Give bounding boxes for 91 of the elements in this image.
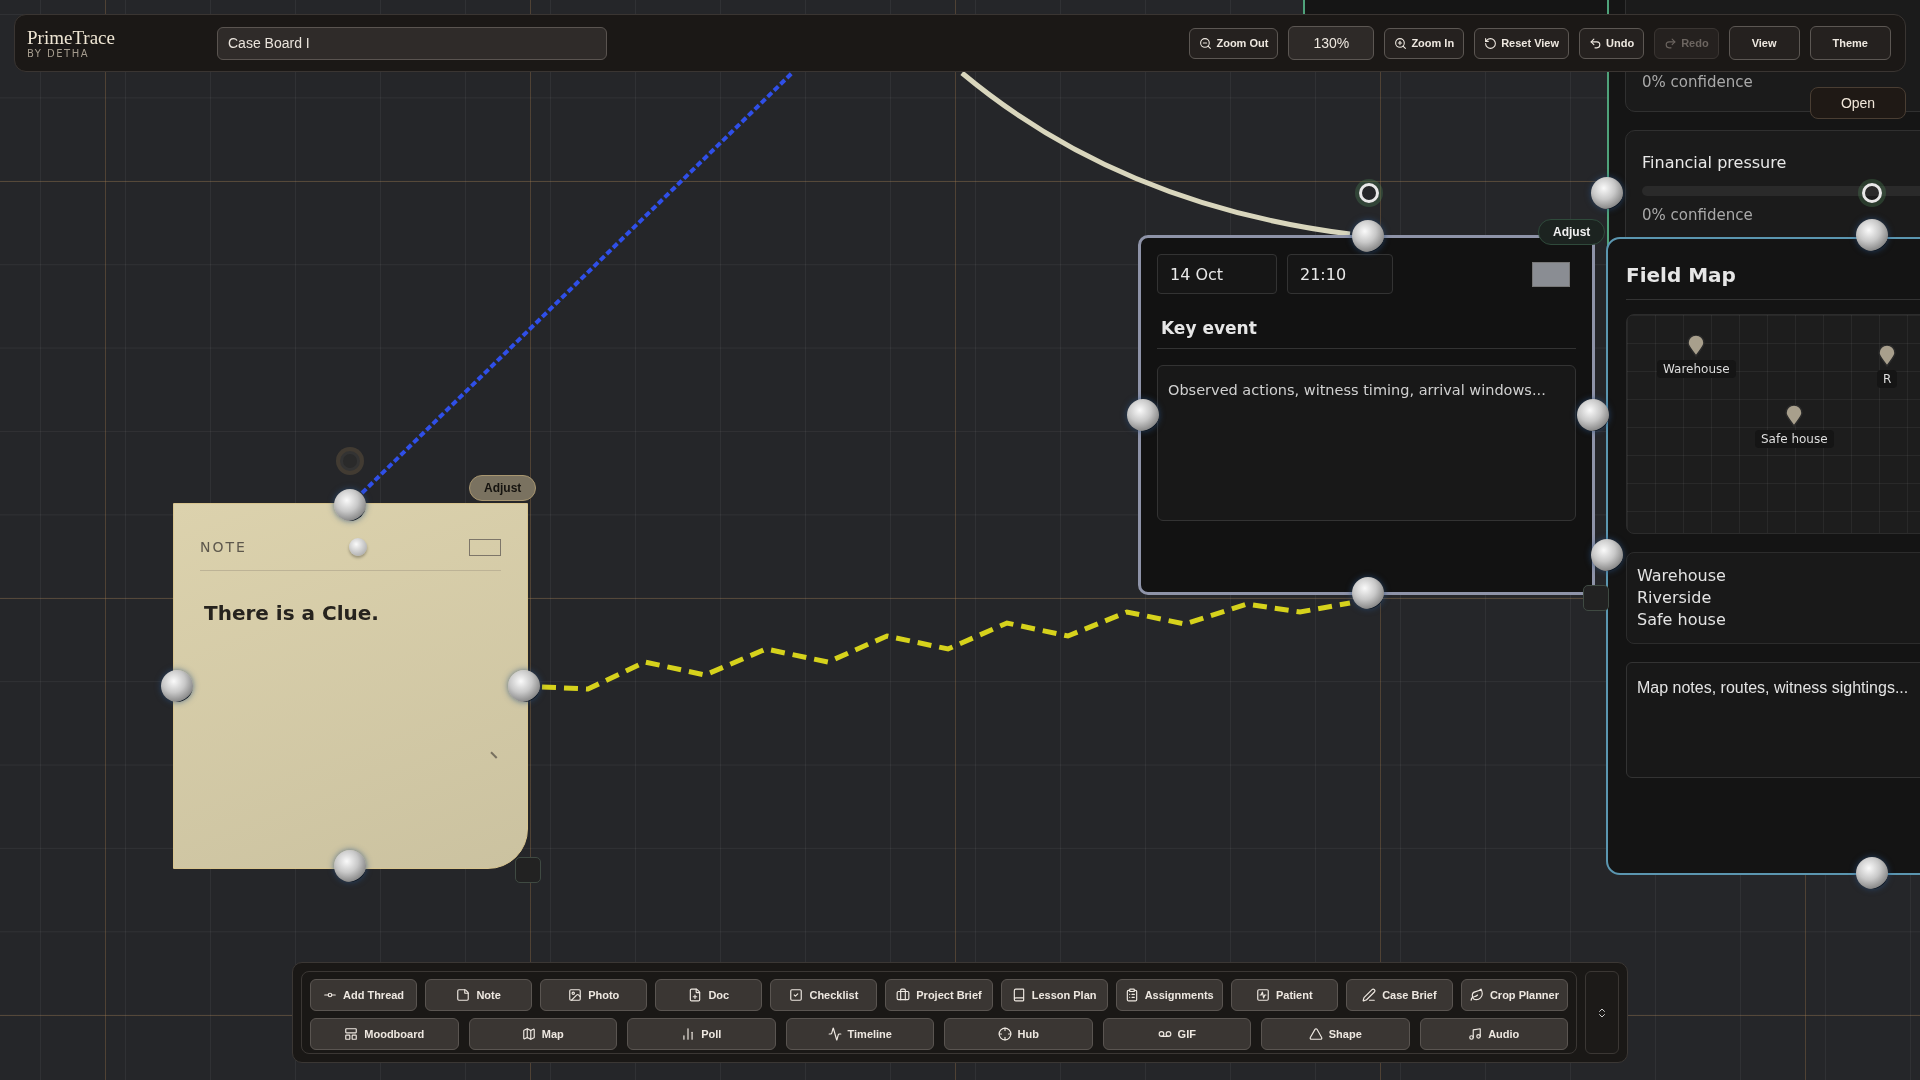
document-icon [688, 988, 703, 1002]
palette-button[interactable]: Audio [1419, 1018, 1568, 1050]
hypothesis-title: Financial pressure [1642, 153, 1788, 172]
toolbar-button[interactable]: Reset View [1474, 27, 1570, 59]
location-line: Warehouse [1637, 565, 1727, 587]
resize-handle[interactable] [515, 857, 541, 883]
map-pin-icon [1878, 345, 1897, 367]
palette-button[interactable]: Lesson Plan [1000, 979, 1108, 1011]
notes-field[interactable]: Observed actions, witness timing, arrival windows... [1157, 365, 1576, 521]
note-text: There is a Clue. [204, 601, 380, 625]
zoom-in-icon [1394, 36, 1408, 50]
palette-button[interactable]: Shape [1261, 1018, 1410, 1050]
adjust-button[interactable]: Adjust [469, 475, 537, 501]
pin-label[interactable]: R [1877, 370, 1898, 388]
triangle-icon [1308, 1027, 1323, 1041]
app-name: PrimeTrace [27, 27, 116, 48]
connection-handle[interactable] [508, 670, 540, 702]
board-name-field[interactable]: Case Board I [217, 26, 607, 60]
palette-button[interactable]: GIF [1102, 1018, 1251, 1050]
toolbar-button[interactable]: View [1728, 26, 1800, 60]
connection-handle[interactable] [334, 850, 366, 882]
palette-button[interactable]: Moodboard [310, 1018, 459, 1050]
image-icon [568, 988, 583, 1002]
palette-button[interactable]: Project Brief [885, 979, 993, 1011]
map-icon [521, 1027, 536, 1041]
palette-button[interactable]: Photo [540, 979, 648, 1011]
palette-button[interactable]: Map [468, 1018, 617, 1050]
connection-handle[interactable] [1127, 399, 1159, 431]
resize-handle[interactable] [1583, 585, 1609, 611]
locations-field[interactable]: Warehouse Riverside Safe house [1626, 552, 1920, 644]
pin-label[interactable]: Warehouse [1657, 360, 1736, 378]
connection-handle[interactable] [1352, 577, 1384, 609]
layout-icon [344, 1027, 359, 1041]
map-card[interactable]: Field Map Warehouse Safe house R Warehouse Riverside Safe house Map notes, routes, witness sightings... [1606, 237, 1920, 875]
connection-handle[interactable] [1856, 857, 1888, 889]
connection-handle[interactable] [1352, 220, 1384, 252]
toolbar-button[interactable]: Undo [1579, 27, 1645, 59]
palette-button[interactable]: Doc [655, 979, 763, 1011]
palette-button[interactable]: Poll [627, 1018, 776, 1050]
map-pin-icon [1687, 335, 1706, 357]
palette-button[interactable]: Crop Planner [1460, 979, 1568, 1011]
confidence-text: 0% confidence [1642, 73, 1754, 91]
pin-ball-icon [348, 538, 367, 556]
book-icon [1011, 988, 1026, 1002]
location-line: Riverside [1637, 587, 1713, 609]
zoom-level[interactable]: 130% [1288, 26, 1375, 60]
sticky-note-icon [456, 988, 471, 1002]
toolbar-button[interactable]: Theme [1809, 26, 1891, 60]
map-notes-field[interactable]: Map notes, routes, witness sightings... [1626, 662, 1920, 778]
connection-handle[interactable] [334, 489, 366, 521]
open-button[interactable]: Open [1810, 87, 1906, 119]
bar-chart-icon [681, 1027, 696, 1041]
palette-button[interactable]: Note [425, 979, 533, 1011]
palette-button[interactable]: Assignments [1115, 979, 1223, 1011]
pulse-icon [1255, 988, 1270, 1002]
time-field[interactable]: 21:10 [1287, 254, 1393, 294]
date-field[interactable]: 14 Oct [1157, 254, 1277, 294]
adjust-button[interactable]: Adjust [1538, 219, 1606, 245]
toolbar-button[interactable]: Zoom Out [1189, 27, 1279, 59]
palette-button[interactable]: Patient [1230, 979, 1338, 1011]
event-title: Key event [1157, 294, 1576, 349]
confidence-text: 0% confidence [1642, 206, 1754, 224]
pin-label[interactable]: Safe house [1755, 430, 1834, 448]
palette-button[interactable]: Hub [944, 1018, 1093, 1050]
map-area[interactable]: Warehouse Safe house R [1626, 314, 1920, 534]
checkbox-icon [789, 988, 804, 1002]
zoom-out-icon [1199, 36, 1213, 50]
pulse-icon [827, 1027, 842, 1041]
clipboard-icon [1124, 988, 1139, 1002]
color-swatch[interactable] [469, 538, 501, 556]
briefcase-icon [896, 988, 911, 1002]
connection-handle[interactable] [1591, 177, 1623, 209]
connection-handle[interactable] [161, 670, 193, 702]
note-label: NOTE [200, 539, 247, 555]
toolbar-button[interactable]: Zoom In [1384, 27, 1465, 59]
palette-button[interactable]: Add Thread [310, 979, 418, 1011]
palette-button[interactable]: Case Brief [1345, 979, 1453, 1011]
note-card[interactable]: NOTE There is a Clue. [173, 503, 528, 869]
pen-icon [1362, 988, 1377, 1002]
undo-icon [1589, 36, 1603, 50]
palette-button[interactable]: Timeline [785, 1018, 934, 1050]
map-pin-icon [1785, 405, 1804, 427]
palette-button[interactable]: Checklist [770, 979, 878, 1011]
reset-icon [1484, 36, 1498, 50]
leaf-icon [1469, 988, 1484, 1002]
redo-icon [1664, 36, 1678, 50]
byline: BY DETHA [27, 47, 91, 59]
chevrons-icon [1596, 1006, 1608, 1019]
color-swatch[interactable] [1532, 261, 1570, 287]
music-icon [1468, 1027, 1483, 1041]
location-line: Safe house [1637, 609, 1727, 631]
